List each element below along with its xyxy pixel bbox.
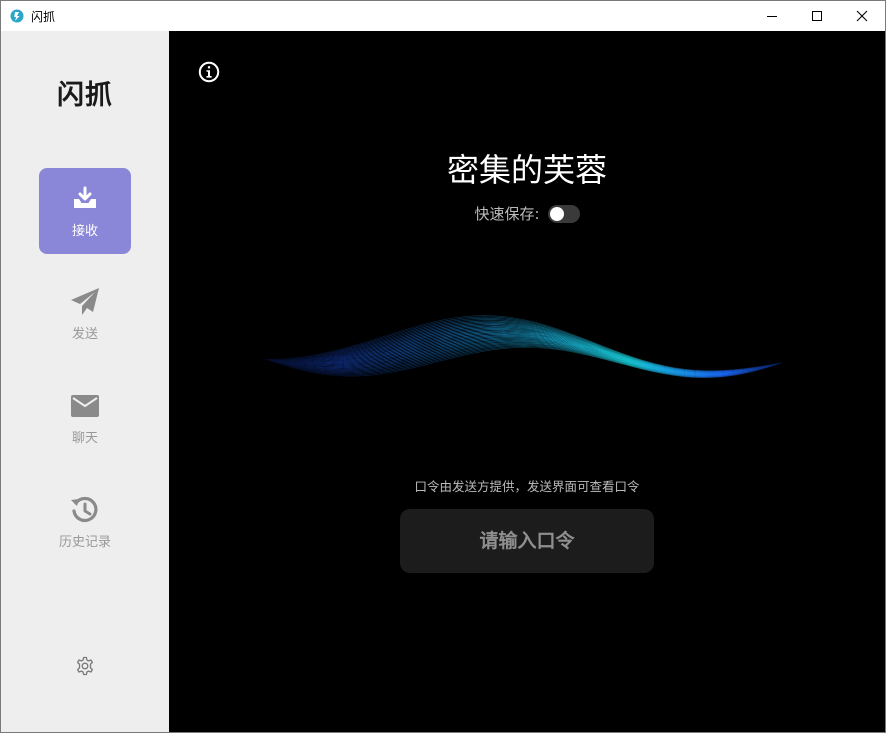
nav-label-history: 历史记录 [58, 534, 111, 550]
info-button[interactable] [198, 61, 220, 83]
maximize-button[interactable] [794, 1, 840, 31]
gear-icon [76, 656, 94, 676]
brand-title: 闪抓 [57, 80, 113, 111]
quick-save-row: 快速保存: [169, 203, 885, 224]
toggle-knob [549, 206, 564, 221]
nav-label-send: 发送 [71, 326, 98, 342]
minimize-icon [767, 16, 777, 17]
device-code-name: 密集的芙蓉 [446, 151, 607, 189]
nav-label-receive: 接收 [71, 223, 98, 239]
app-window: 闪抓 闪抓 接收 发送 聊天 历史记录 密集的芙蓉 快速保存: 口令由发送方提供… [0, 0, 886, 733]
nav-item-chat[interactable]: 聊天 [39, 375, 131, 461]
nav-item-send[interactable]: 发送 [39, 271, 131, 357]
maximize-icon [812, 11, 822, 21]
minimize-button[interactable] [749, 1, 795, 31]
passcode-hint: 口令由发送方提供，发送界面可查看口令 [414, 479, 640, 494]
envelope-icon [70, 391, 100, 421]
window-title: 闪抓 [31, 10, 56, 24]
title-bar: 闪抓 [1, 1, 885, 31]
quick-save-label: 快速保存: [474, 205, 540, 223]
sidebar: 闪抓 接收 发送 聊天 历史记录 [1, 31, 169, 732]
app-logo-icon [10, 9, 24, 23]
settings-button[interactable] [75, 656, 95, 676]
nav-item-history[interactable]: 历史记录 [39, 479, 131, 565]
close-icon [856, 10, 868, 22]
paper-plane-icon [70, 287, 100, 317]
main-panel: 密集的芙蓉 快速保存: 口令由发送方提供，发送界面可查看口令 [169, 31, 885, 732]
info-icon [198, 61, 220, 83]
wave-line [264, 321, 784, 373]
nav-label-chat: 聊天 [71, 430, 98, 446]
close-button[interactable] [839, 1, 885, 31]
download-tray-icon [70, 184, 100, 214]
passcode-input[interactable] [400, 509, 654, 573]
quick-save-toggle[interactable] [547, 204, 580, 223]
sound-wave-graphic [264, 315, 784, 379]
history-icon [70, 495, 100, 525]
nav-item-receive[interactable]: 接收 [39, 168, 131, 254]
